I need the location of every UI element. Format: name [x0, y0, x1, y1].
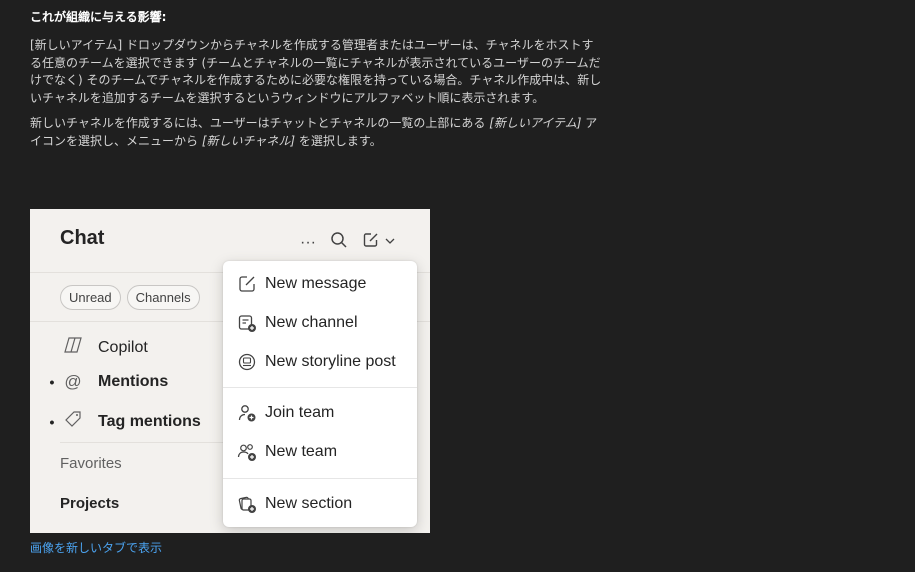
menu-item-new-message: New message	[237, 274, 366, 294]
chat-title: Chat	[60, 227, 105, 249]
menu-item-label: New team	[265, 443, 338, 460]
chevron-down-icon	[384, 234, 396, 252]
paragraph-2-text-c: を選択します。	[295, 133, 382, 148]
chat-item-label: Tag mentions	[98, 412, 201, 430]
favorites-section: Favorites	[60, 455, 122, 472]
storyline-icon	[237, 352, 257, 372]
new-channel-term: [新しいチャネル]	[201, 133, 296, 148]
menu-item-new-section: New section	[237, 494, 352, 514]
menu-item-label: Join team	[265, 404, 335, 421]
copilot-icon	[60, 335, 86, 360]
join-team-icon	[237, 403, 257, 423]
chat-item-tag-mentions: • Tag mentions	[46, 409, 201, 434]
compose-icon	[362, 231, 380, 254]
menu-item-new-channel: New channel	[237, 313, 358, 333]
menu-item-new-team: New team	[237, 442, 337, 462]
chat-item-mentions: • @ Mentions	[46, 372, 169, 392]
unread-dot: •	[49, 413, 55, 430]
new-section-icon	[237, 494, 257, 514]
more-icon: ···	[300, 233, 316, 251]
new-item-menu: New message New channel New storyline po…	[223, 261, 417, 527]
menu-item-label: New message	[265, 275, 367, 292]
menu-divider	[223, 478, 417, 479]
section-heading: これが組織に与える影響:	[30, 10, 167, 24]
filter-unread: Unread	[60, 285, 121, 310]
at-icon: @	[64, 372, 82, 391]
teams-chat-screenshot: Chat ··· Unread Channels Copilot • @ Men…	[30, 209, 430, 533]
chat-item-label: Mentions	[98, 373, 169, 390]
menu-item-join-team: Join team	[237, 403, 334, 423]
unread-dot: •	[49, 374, 55, 390]
chat-item-copilot: Copilot	[46, 335, 148, 360]
new-team-icon	[237, 442, 257, 462]
compose-icon	[237, 274, 257, 294]
menu-item-new-storyline-post: New storyline post	[237, 352, 396, 372]
channel-add-icon	[237, 313, 257, 333]
menu-item-label: New channel	[265, 314, 358, 331]
chat-filters: Unread Channels	[60, 285, 200, 310]
open-image-new-tab-link[interactable]: 画像を新しいタブで表示	[30, 539, 162, 556]
article: これが組織に与える影響: [新しいアイテム] ドロップダウンからチャネルを作成す…	[30, 8, 605, 158]
paragraph-2: 新しいチャネルを作成するには、ユーザーはチャットとチャネルの一覧の上部にある […	[30, 115, 605, 150]
filter-channels: Channels	[126, 285, 200, 310]
menu-item-label: New storyline post	[265, 353, 396, 370]
menu-item-label: New section	[265, 495, 353, 512]
search-icon	[330, 231, 348, 254]
chat-header-icons: ···	[300, 231, 396, 254]
tag-icon	[60, 409, 86, 434]
paragraph-2-text-a: 新しいチャネルを作成するには、ユーザーはチャットとチャネルの一覧の上部にある	[30, 116, 490, 130]
chat-item-label: Copilot	[98, 338, 148, 356]
paragraph-1: [新しいアイテム] ドロップダウンからチャネルを作成する管理者またはユーザーは、…	[30, 38, 602, 105]
new-item-term: [新しいアイテム]	[489, 116, 582, 130]
projects-section: Projects	[60, 495, 120, 512]
menu-divider	[223, 387, 417, 388]
list-divider	[60, 442, 250, 443]
